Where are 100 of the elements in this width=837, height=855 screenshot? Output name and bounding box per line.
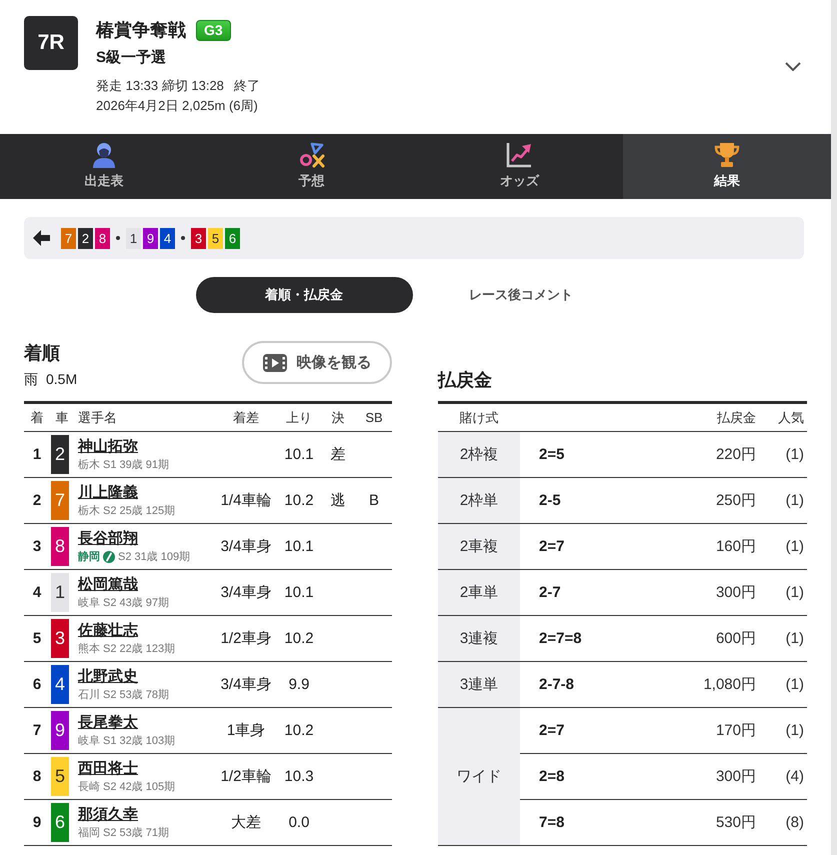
rank-cell: 2 bbox=[24, 478, 50, 524]
popularity-cell: (1) bbox=[756, 570, 807, 616]
payout-cell: 530円 bbox=[636, 800, 756, 846]
last-lap-cell: 10.2 bbox=[278, 478, 320, 524]
column-header: SB bbox=[356, 402, 392, 432]
car-number-chip: 1 bbox=[126, 228, 141, 248]
racer-profile: S1 32歳 103期 bbox=[103, 734, 176, 748]
popularity-cell: (1) bbox=[756, 478, 807, 524]
racer-name-link[interactable]: 長谷部翔 bbox=[78, 528, 138, 548]
racer-name-link[interactable]: 西田将士 bbox=[78, 758, 138, 778]
car-number-chip: 6 bbox=[225, 228, 240, 248]
car-number-chip: 1 bbox=[51, 573, 69, 612]
column-header: 車 bbox=[50, 402, 74, 432]
car-number-chip: 7 bbox=[51, 481, 69, 520]
scrollbar[interactable] bbox=[831, 0, 837, 855]
chevron-down-icon[interactable] bbox=[785, 62, 801, 70]
column-header: 上り bbox=[278, 402, 320, 432]
popularity-cell: (1) bbox=[756, 708, 807, 754]
margin-cell: 大差 bbox=[214, 800, 278, 846]
column-header: 決 bbox=[320, 402, 356, 432]
racer-name-link[interactable]: 川上隆義 bbox=[78, 482, 138, 502]
race-status: 終了 bbox=[234, 77, 260, 95]
shapes-icon bbox=[298, 142, 325, 168]
rank-cell: 3 bbox=[24, 524, 50, 570]
racer-name-link[interactable]: 松岡篤哉 bbox=[78, 574, 138, 594]
margin-cell: 3/4車身 bbox=[214, 662, 278, 708]
payout-cell: 250円 bbox=[636, 478, 756, 524]
car-number-chip: 8 bbox=[95, 228, 110, 248]
nav-tab[interactable]: 出走表 bbox=[0, 134, 208, 199]
car-number-chip: 3 bbox=[191, 228, 206, 248]
trophy-icon bbox=[714, 142, 740, 168]
car-number-chip: 4 bbox=[160, 228, 175, 248]
payout-cell: 600円 bbox=[636, 616, 756, 662]
nav-tab[interactable]: 結果 bbox=[623, 134, 831, 199]
move-cell: 差 bbox=[320, 432, 356, 478]
bet-type-cell: 3連複 bbox=[438, 616, 520, 662]
payout-cell: 300円 bbox=[636, 570, 756, 616]
car-number-chip: 5 bbox=[208, 228, 223, 248]
popularity-cell: (1) bbox=[756, 524, 807, 570]
column-header: 人気 bbox=[756, 402, 807, 432]
car-number-chip: 5 bbox=[51, 757, 69, 796]
rank-cell: 7 bbox=[24, 708, 50, 754]
slash-circle-icon bbox=[103, 550, 115, 562]
left-arrow-icon bbox=[33, 230, 50, 246]
rank-cell: 9 bbox=[24, 800, 50, 846]
bet-type-cell: 2車複 bbox=[438, 524, 520, 570]
race-schedule: 発走 13:33 締切 13:28 bbox=[96, 77, 224, 95]
racer-name-link[interactable]: 北野武史 bbox=[78, 666, 138, 686]
popularity-cell: (8) bbox=[756, 800, 807, 846]
rank-cell: 8 bbox=[24, 754, 50, 800]
car-number-chip: 7 bbox=[61, 228, 76, 248]
car-number-chip: 9 bbox=[143, 228, 158, 248]
last-lap-cell: 10.1 bbox=[278, 570, 320, 616]
payout-cell: 220円 bbox=[636, 432, 756, 478]
bet-type-cell: ワイド bbox=[438, 708, 520, 846]
watch-video-button[interactable]: 映像を観る bbox=[242, 341, 392, 384]
racer-profile: S2 53歳 78期 bbox=[103, 688, 170, 702]
race-number: 7R bbox=[24, 16, 78, 70]
section-title: 払戻金 bbox=[438, 369, 492, 392]
rank-cell: 1 bbox=[24, 432, 50, 478]
bet-type-cell: 2枠単 bbox=[438, 478, 520, 524]
bet-type-cell: 2車単 bbox=[438, 570, 520, 616]
margin-cell: 1/2車輪 bbox=[214, 754, 278, 800]
combination-cell: 2=8 bbox=[520, 754, 636, 800]
racer-region: 栃木 bbox=[78, 504, 100, 518]
wind-text: 0.5M bbox=[46, 370, 78, 389]
separator-dot bbox=[181, 236, 185, 240]
weather-text: 雨 bbox=[24, 370, 38, 389]
grade-label: G3 bbox=[196, 20, 231, 40]
popularity-cell: (1) bbox=[756, 616, 807, 662]
last-lap-cell: 9.9 bbox=[278, 662, 320, 708]
racer-profile: S2 25歳 125期 bbox=[103, 504, 176, 518]
combination-cell: 2-7-8 bbox=[520, 662, 636, 708]
racer-profile: S2 31歳 109期 bbox=[118, 550, 190, 564]
combination-cell: 2-5 bbox=[520, 478, 636, 524]
last-lap-cell: 10.1 bbox=[278, 432, 320, 478]
racer-region: 岐阜 bbox=[78, 596, 100, 610]
racer-name-link[interactable]: 那須久幸 bbox=[78, 804, 138, 824]
racer-name-link[interactable]: 長尾拳太 bbox=[78, 712, 138, 732]
racer-name-link[interactable]: 神山拓弥 bbox=[78, 436, 138, 456]
view-tab[interactable]: 着順・払戻金 bbox=[196, 277, 412, 313]
nav-tab[interactable]: オッズ bbox=[416, 134, 624, 199]
racer-name-link[interactable]: 佐藤壮志 bbox=[78, 620, 138, 640]
popularity-cell: (4) bbox=[756, 754, 807, 800]
combination-cell: 2=7 bbox=[520, 708, 636, 754]
rank-cell: 6 bbox=[24, 662, 50, 708]
view-tab[interactable]: レース後コメント bbox=[412, 277, 630, 313]
combination-cell: 2-7 bbox=[520, 570, 636, 616]
last-lap-cell: 10.2 bbox=[278, 616, 320, 662]
last-lap-cell: 10.2 bbox=[278, 708, 320, 754]
person-icon bbox=[90, 142, 117, 168]
column-header: 着差 bbox=[214, 402, 278, 432]
last-lap-cell: 10.3 bbox=[278, 754, 320, 800]
payout-cell: 170円 bbox=[636, 708, 756, 754]
racer-profile: S2 42歳 105期 bbox=[103, 780, 176, 794]
nav-tab[interactable]: 予想 bbox=[208, 134, 416, 199]
car-number-chip: 8 bbox=[51, 527, 69, 566]
racer-profile: S1 39歳 91期 bbox=[103, 458, 170, 472]
race-title: 椿賞争奪戦 bbox=[96, 19, 186, 42]
column-header: 払戻金 bbox=[636, 402, 756, 432]
